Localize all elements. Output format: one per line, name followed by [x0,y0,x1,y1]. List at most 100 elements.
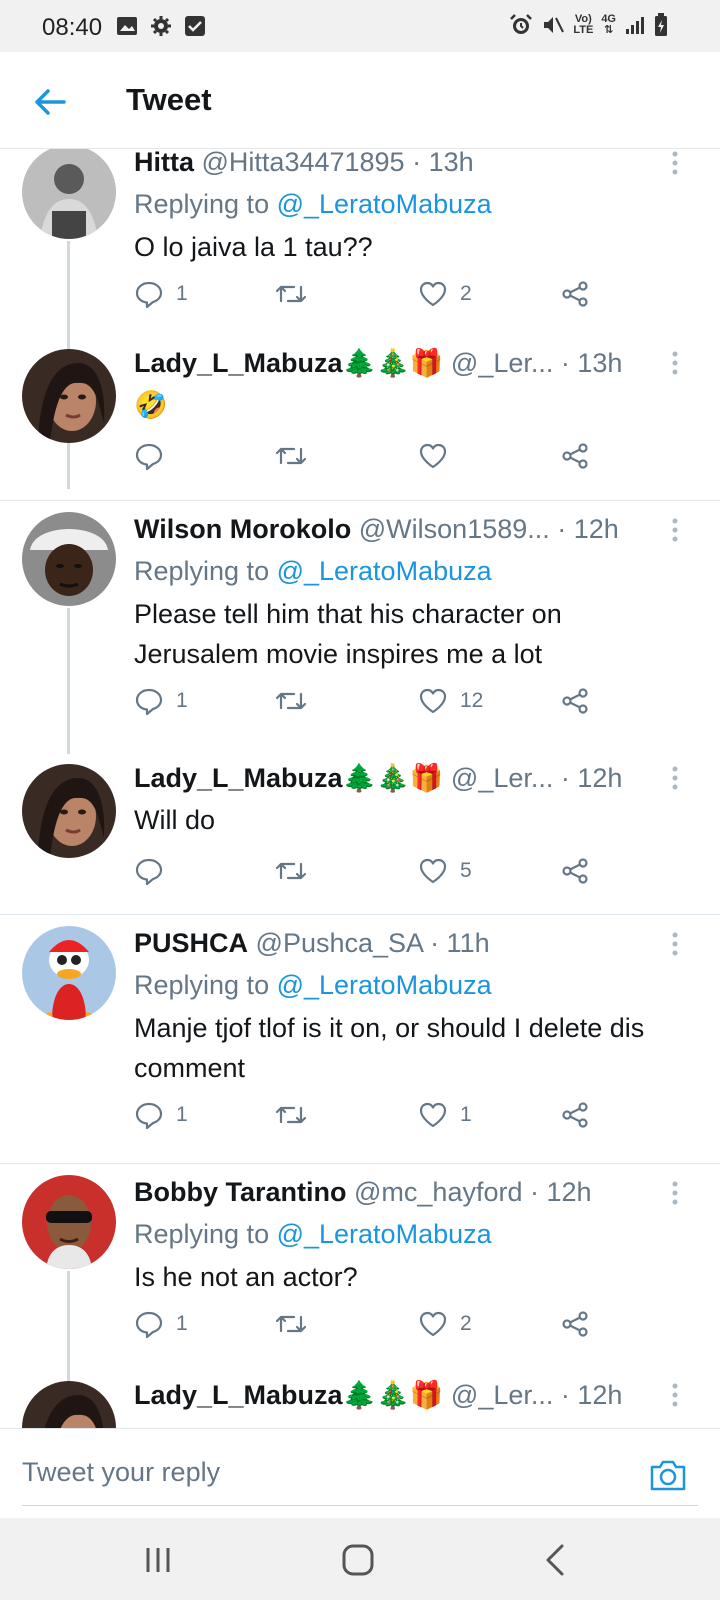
reply-to-link[interactable]: @_LeratoMabuza [277,189,492,219]
retweet-button[interactable] [274,1307,320,1341]
back-icon[interactable] [536,1540,576,1580]
like-button[interactable]: 2 [418,1307,472,1341]
replying-to: Replying to @_LeratoMabuza [134,1219,492,1249]
share-button[interactable] [560,1098,590,1132]
retweet-button[interactable] [274,854,320,888]
like-button[interactable] [418,439,460,473]
avatar[interactable] [22,349,116,443]
tweet-actions: 1 1 [134,1098,614,1132]
reply-button[interactable] [134,439,176,473]
tweet-time: · 12h [560,763,623,793]
more-options-icon[interactable] [670,351,680,375]
tweet-text: Manje tjof tlof is it on, or should I de… [134,1013,645,1083]
avatar[interactable] [22,926,116,1020]
more-options-icon[interactable] [670,1181,680,1205]
tweet-actions [134,439,614,473]
retweet-icon [275,447,307,465]
more-options-icon[interactable] [670,1383,680,1407]
battery-icon [655,13,667,36]
reply-to-link[interactable]: @_LeratoMabuza [277,1219,492,1249]
home-icon[interactable] [338,1540,378,1580]
reply-count: 1 [176,1312,188,1335]
avatar[interactable] [22,1381,116,1428]
author-handle[interactable]: @_Ler... [451,763,553,793]
author-name[interactable]: Lady_L_Mabuza🌲🎄🎁 [134,348,443,378]
retweet-button[interactable] [274,277,320,311]
author-name[interactable]: Lady_L_Mabuza🌲🎄🎁 [134,1380,443,1410]
share-button[interactable] [560,1307,590,1341]
more-options-icon[interactable] [670,932,680,956]
share-icon [562,688,588,714]
signal-icon [626,17,644,34]
status-bar: 08:40 Vo) LTE 4G ⇅ [0,0,720,52]
avatar[interactable] [22,1175,116,1269]
tweet-text: 🤣 [134,390,168,420]
heart-icon [419,858,447,884]
share-icon [562,1311,588,1337]
alarm-icon [510,14,533,34]
share-button[interactable] [560,854,590,888]
author-name[interactable]: Wilson Morokolo [134,514,351,544]
share-button[interactable] [560,684,590,718]
retweet-button[interactable] [274,439,320,473]
author-handle[interactable]: @Pushca_SA [256,928,423,958]
more-options-icon[interactable] [670,518,680,542]
back-arrow-icon[interactable] [30,82,70,122]
camera-icon[interactable] [648,1457,688,1493]
replying-to: Replying to @_LeratoMabuza [134,970,492,1000]
retweet-button[interactable] [274,684,320,718]
author-name[interactable]: Lady_L_Mabuza🌲🎄🎁 [134,763,443,793]
image-icon [117,17,137,35]
reply-feed[interactable]: Hitta @Hitta34471895 · 13h Replying to @… [0,149,720,1428]
reply-icon [135,1311,163,1339]
reply-button[interactable]: 1 [134,684,188,718]
like-button[interactable]: 1 [418,1098,472,1132]
like-count: 1 [460,1103,472,1126]
tweet-text: O lo jaiva la 1 tau?? [134,232,373,262]
author-handle[interactable]: @_Ler... [451,348,553,378]
recent-apps-icon[interactable] [138,1540,178,1580]
share-icon [562,858,588,884]
author-name[interactable]: PUSHCA [134,928,248,958]
reply-icon [135,688,163,716]
more-options-icon[interactable] [670,151,680,175]
thread-divider [0,500,720,501]
reply-to-link[interactable]: @_LeratoMabuza [277,970,492,1000]
reply-button[interactable]: 1 [134,1307,188,1341]
like-count: 2 [460,1312,472,1335]
like-button[interactable]: 12 [418,684,483,718]
author-handle[interactable]: @mc_hayford [354,1177,522,1207]
author-name[interactable]: Bobby Tarantino [134,1177,347,1207]
author-handle[interactable]: @_Ler... [451,1380,553,1410]
thread-divider [0,914,720,915]
reply-button[interactable]: 1 [134,277,188,311]
page-title: Tweet [126,82,212,117]
reply-input-underline [22,1505,698,1506]
heart-icon [419,443,447,469]
author-handle[interactable]: @Wilson1589... [359,514,550,544]
tweet-text: Please tell him that his character on Je… [134,599,562,669]
like-count: 5 [460,859,472,882]
avatar[interactable] [22,512,116,606]
share-button[interactable] [560,439,590,473]
retweet-button[interactable] [274,1098,320,1132]
retweet-icon [275,692,307,710]
reply-input[interactable]: Tweet your reply [22,1457,220,1488]
reply-to-link[interactable]: @_LeratoMabuza [277,556,492,586]
like-button[interactable]: 2 [418,277,472,311]
tweet-time: · 13h [560,348,623,378]
avatar[interactable] [22,149,116,239]
reply-button[interactable] [134,854,176,888]
more-options-icon[interactable] [670,766,680,790]
status-time: 08:40 [42,14,103,41]
tweet-time: · 13h [412,149,474,177]
share-button[interactable] [560,277,590,311]
author-handle[interactable]: @Hitta34471895 [202,149,405,177]
like-button[interactable]: 5 [418,854,472,888]
author-name[interactable]: Hitta [134,149,194,177]
reply-button[interactable]: 1 [134,1098,188,1132]
tweet-time: · 12h [557,514,619,544]
like-count: 12 [460,689,484,712]
share-icon [562,1102,588,1128]
avatar[interactable] [22,764,116,858]
